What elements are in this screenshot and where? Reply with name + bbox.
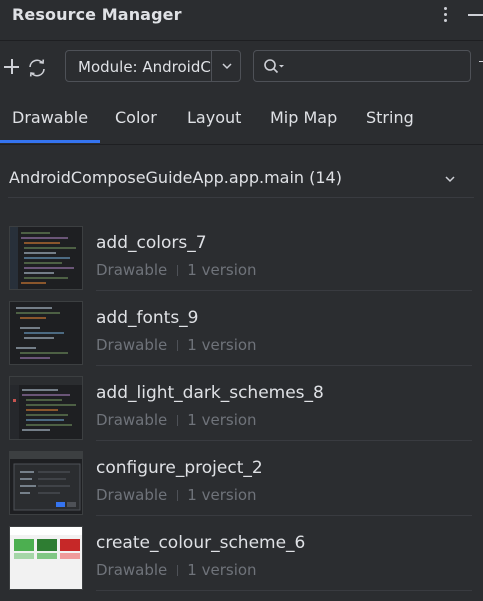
toolbar: Module: AndroidComposeGuideApp.app.main <box>0 40 483 95</box>
resource-name: create_colour_scheme_6 <box>96 533 306 553</box>
resource-thumbnail <box>9 376 83 440</box>
tab-drawable[interactable]: Drawable <box>12 108 88 127</box>
resource-list-item[interactable]: add_light_dark_schemes_8 Drawable 1 versi… <box>0 376 483 451</box>
resource-thumbnail <box>9 301 83 365</box>
resource-group-header[interactable]: AndroidComposeGuideApp.app.main (14) <box>0 160 483 198</box>
resource-meta: Drawable 1 version <box>96 561 257 579</box>
chevron-down-icon <box>222 63 232 70</box>
resource-meta: Drawable 1 version <box>96 411 257 429</box>
refresh-icon[interactable] <box>26 57 48 79</box>
resource-thumbnail <box>9 526 83 590</box>
tab-color[interactable]: Color <box>115 108 157 127</box>
resource-name: add_colors_7 <box>96 233 207 253</box>
chevron-down-icon[interactable] <box>442 171 458 187</box>
panel-title: Resource Manager <box>12 5 182 24</box>
resource-meta: Drawable 1 version <box>96 486 257 504</box>
resource-list-item[interactable]: create_colour_scheme_6 Drawable 1 version <box>0 526 483 601</box>
resource-name: add_fonts_9 <box>96 308 199 328</box>
resource-meta: Drawable 1 version <box>96 261 257 279</box>
minimize-icon[interactable] <box>468 14 483 16</box>
resource-list-item[interactable]: add_colors_7 Drawable 1 version <box>0 226 483 301</box>
resource-name: configure_project_2 <box>96 458 263 478</box>
tab-mip-map[interactable]: Mip Map <box>270 108 337 127</box>
resource-thumbnail <box>9 226 83 290</box>
resource-list-item[interactable]: configure_project_2 Drawable 1 version <box>0 451 483 526</box>
tab-layout[interactable]: Layout <box>187 108 241 127</box>
resource-name: add_light_dark_schemes_8 <box>96 383 324 403</box>
group-title: AndroidComposeGuideApp.app.main (14) <box>9 168 342 187</box>
module-select[interactable]: Module: AndroidComposeGuideApp.app.main <box>65 50 241 82</box>
tab-string[interactable]: String <box>366 108 414 127</box>
search-icon <box>264 59 284 74</box>
search-input[interactable] <box>292 56 468 78</box>
title-bar: Resource Manager <box>0 0 483 32</box>
selected-tab-indicator <box>0 140 100 143</box>
module-select-value: Module: AndroidComposeGuideApp.app.main <box>78 58 212 76</box>
overflow-indicator <box>479 61 483 62</box>
resource-meta: Drawable 1 version <box>96 336 257 354</box>
more-vertical-icon[interactable] <box>438 4 452 26</box>
resource-type-tabs: Drawable Color Layout Mip Map String <box>0 94 483 145</box>
resource-thumbnail <box>9 451 83 515</box>
resource-list-item[interactable]: add_fonts_9 Drawable 1 version <box>0 301 483 376</box>
plus-icon[interactable] <box>2 57 22 77</box>
search-box[interactable] <box>253 50 471 82</box>
